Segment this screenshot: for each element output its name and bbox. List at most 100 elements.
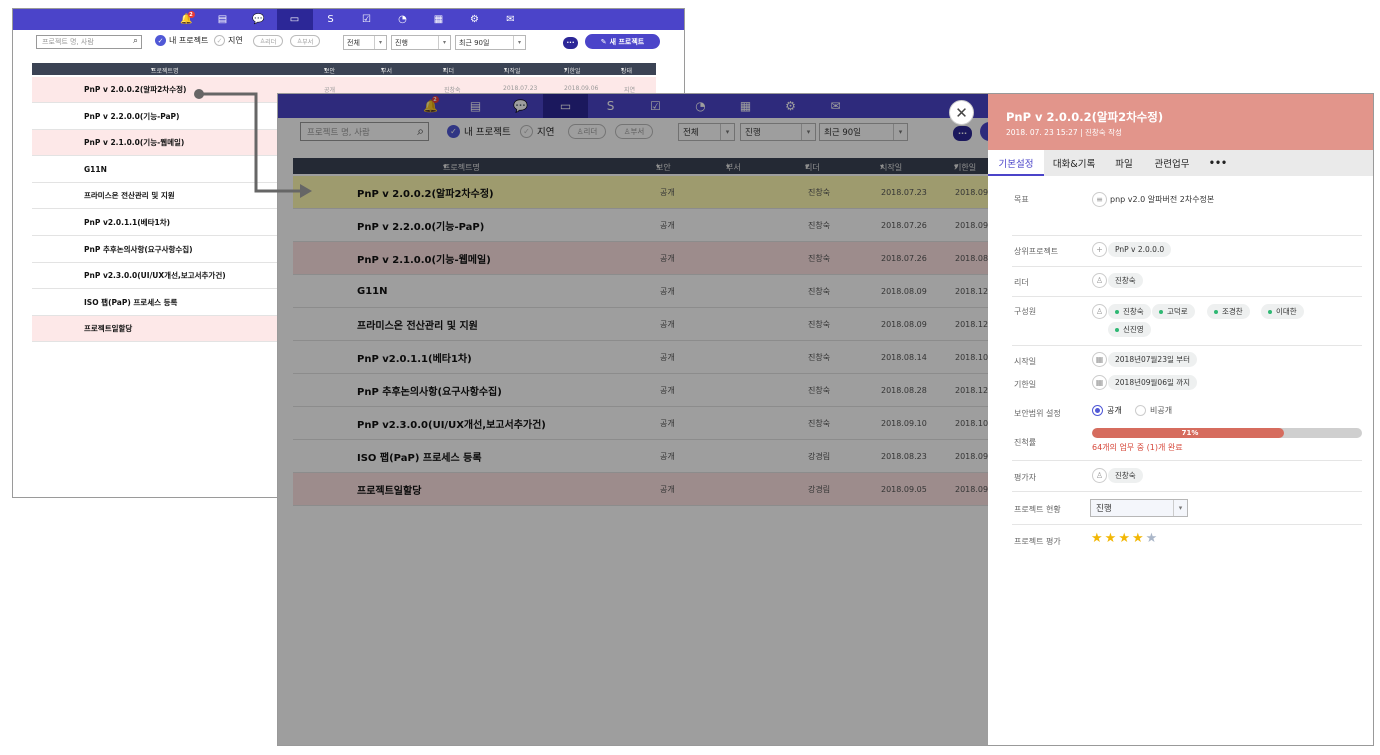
security-private-radio[interactable]: 비공개 (1135, 405, 1172, 416)
star-icon[interactable]: ★ (1118, 531, 1130, 546)
period-select[interactable]: 최근 90일 ▾ (455, 35, 526, 50)
user-icon: ♙ (1092, 304, 1107, 319)
star-icon[interactable]: ★ (1146, 531, 1158, 546)
member-chip[interactable]: 신진영 (1108, 322, 1151, 337)
progress-bar: 71% (1092, 428, 1362, 438)
leader-label: 리더 (1014, 278, 1029, 287)
tab-label: 파일 (1115, 159, 1133, 170)
more-icon[interactable]: ••• (1200, 150, 1236, 176)
member-name: 이대한 (1276, 307, 1297, 316)
cell-due: 2018.09.06 (564, 85, 599, 92)
member-chip[interactable]: 고덕로 (1152, 304, 1195, 319)
leader-chip[interactable]: 진창숙 (1108, 273, 1143, 288)
new-project-label: 새 프로젝트 (609, 37, 645, 46)
project-name: PnP v2.3.0.0(UI/UX개선,보고서추가건) (84, 271, 226, 281)
project-status-label: 프로젝트 현황 (1014, 505, 1061, 514)
parent-project-value: PnP v 2.0.0.0 (1115, 245, 1165, 254)
progress-label: 진척률 (1014, 438, 1037, 447)
tab-conversation[interactable]: 대화&기록 (1044, 150, 1104, 176)
col-leader[interactable]: 리더 ▾ (443, 66, 454, 75)
flow-icon[interactable]: S (313, 9, 349, 30)
start-date-chip[interactable]: 2018년07월23일 부터 (1108, 352, 1198, 367)
status-dot-icon (1115, 327, 1119, 332)
chat-icon[interactable]: ··· (563, 37, 578, 49)
search-icon[interactable]: ⌕ (133, 36, 138, 46)
start-date-label: 시작일 (1014, 357, 1037, 366)
start-date-value: 2018년07월23일 부터 (1115, 355, 1191, 364)
delayed-filter[interactable]: ✓ 지연 (214, 35, 243, 46)
col-name[interactable]: 프로젝트명 ▾ (151, 66, 179, 75)
new-project-button[interactable]: ✎ 새 프로젝트 (585, 34, 660, 49)
list-icon[interactable]: ▤ (205, 9, 241, 30)
mail-icon[interactable]: ✉ (493, 9, 529, 30)
goal-value[interactable]: pnp v2.0 알파버전 2차수정본 (1110, 194, 1214, 205)
plus-icon[interactable]: + (1092, 242, 1107, 257)
col-security[interactable]: 보안 ▾ (324, 66, 335, 75)
user-icon: ♙ (1092, 468, 1107, 483)
gear-icon[interactable]: ⚙ (457, 9, 493, 30)
col-due[interactable]: 기한일 ▾ (564, 66, 581, 75)
star-icon[interactable]: ★ (1105, 531, 1117, 546)
bell-icon[interactable]: 🔔 2 (169, 9, 205, 30)
member-name: 조경찬 (1222, 307, 1243, 316)
parent-project-chip[interactable]: PnP v 2.0.0.0 (1108, 242, 1172, 257)
panel-subtitle: 2018. 07. 23 15:27 | 진창숙 작성 (1006, 128, 1122, 137)
tab-files[interactable]: 파일 (1104, 150, 1144, 176)
leader-filter-button[interactable]: ♙ 리더 (253, 35, 283, 47)
close-icon[interactable]: ✕ (949, 100, 974, 125)
chat-icon[interactable]: 💬 (241, 9, 277, 30)
check-icon: ✓ (214, 35, 225, 46)
project-name: PnP v 2.2.0.0(기능-PaP) (84, 111, 180, 121)
project-status-select[interactable]: 진행 ▾ (1090, 499, 1188, 517)
goal-label: 목표 (1014, 195, 1029, 204)
star-icon[interactable]: ★ (1091, 531, 1103, 546)
progress-percent: 71% (1181, 429, 1199, 437)
tab-basic-settings[interactable]: 기본설정 (988, 150, 1044, 176)
project-detail-panel: PnP v 2.0.0.2(알파2차수정) 2018. 07. 23 15:27… (988, 94, 1373, 745)
member-name: 진창숙 (1123, 307, 1144, 316)
panel-title: PnP v 2.0.0.2(알파2차수정) (1006, 110, 1164, 124)
col-dept[interactable]: 부서 ▾ (381, 66, 392, 75)
modal-overlay[interactable] (278, 94, 988, 745)
foreground-window: 🔔 2 ▤ 💬 ▭ S ☑ ◔ ▦ ⚙ ✉ 프로젝트 명, 사람 ⌕ ✓ 내 프로젝트 ✓ 지연 ♙… (277, 93, 1374, 746)
cell-start: 2018.07.23 (503, 85, 538, 92)
leader-btn-label: 리더 (265, 38, 277, 46)
evaluator-chip[interactable]: 진창숙 (1108, 468, 1143, 483)
status-select[interactable]: 진행 ▾ (391, 35, 451, 50)
member-name: 고덕로 (1167, 307, 1188, 316)
check-icon[interactable]: ☑ (349, 9, 385, 30)
col-start[interactable]: 시작일 ▾ (504, 66, 521, 75)
status-dot-icon (1159, 309, 1163, 314)
search-placeholder: 프로젝트 명, 사람 (42, 38, 94, 46)
project-name: G11N (84, 164, 107, 174)
security-label: 보안범위 설정 (1014, 409, 1061, 418)
divider (1012, 266, 1362, 267)
status-dot-icon (1214, 309, 1218, 314)
calendar-icon[interactable]: ▦ (421, 9, 457, 30)
col-status[interactable]: 상태 ▾ (621, 66, 632, 75)
tab-related-tasks[interactable]: 관련업무 (1144, 150, 1200, 176)
list-icon: ≡ (1092, 192, 1107, 207)
dept-btn-label: 부서 (302, 38, 314, 46)
chevron-down-icon: ▾ (513, 36, 525, 49)
pie-icon[interactable]: ◔ (385, 9, 421, 30)
project-name: PnP v2.0.1.1(베타1차) (84, 218, 171, 227)
project-name: PnP v 2.1.0.0(기능-웹메일) (84, 138, 185, 148)
due-date-chip[interactable]: 2018년09월06일 까지 (1108, 375, 1198, 390)
scope-select[interactable]: 전체 ▾ (343, 35, 387, 50)
member-chip[interactable]: 진창숙 (1108, 304, 1151, 319)
star-icon[interactable]: ★ (1132, 531, 1144, 546)
member-chip[interactable]: 이대한 (1261, 304, 1304, 319)
security-public-radio[interactable]: 공개 (1092, 405, 1122, 416)
member-chip[interactable]: 조경찬 (1207, 304, 1250, 319)
tab-label: ••• (1208, 157, 1228, 169)
check-icon: ✓ (155, 35, 166, 46)
folder-icon[interactable]: ▭ (276, 9, 313, 30)
my-project-filter[interactable]: ✓ 내 프로젝트 (155, 35, 208, 46)
divider (1012, 235, 1362, 236)
dept-filter-button[interactable]: ♙ 부서 (290, 35, 320, 47)
divider (1012, 491, 1362, 492)
col-leader-label: 리더 (443, 67, 455, 75)
progress-note[interactable]: 64개의 업무 중 (1)개 완료 (1092, 442, 1183, 453)
search-input[interactable]: 프로젝트 명, 사람 ⌕ (36, 35, 142, 49)
